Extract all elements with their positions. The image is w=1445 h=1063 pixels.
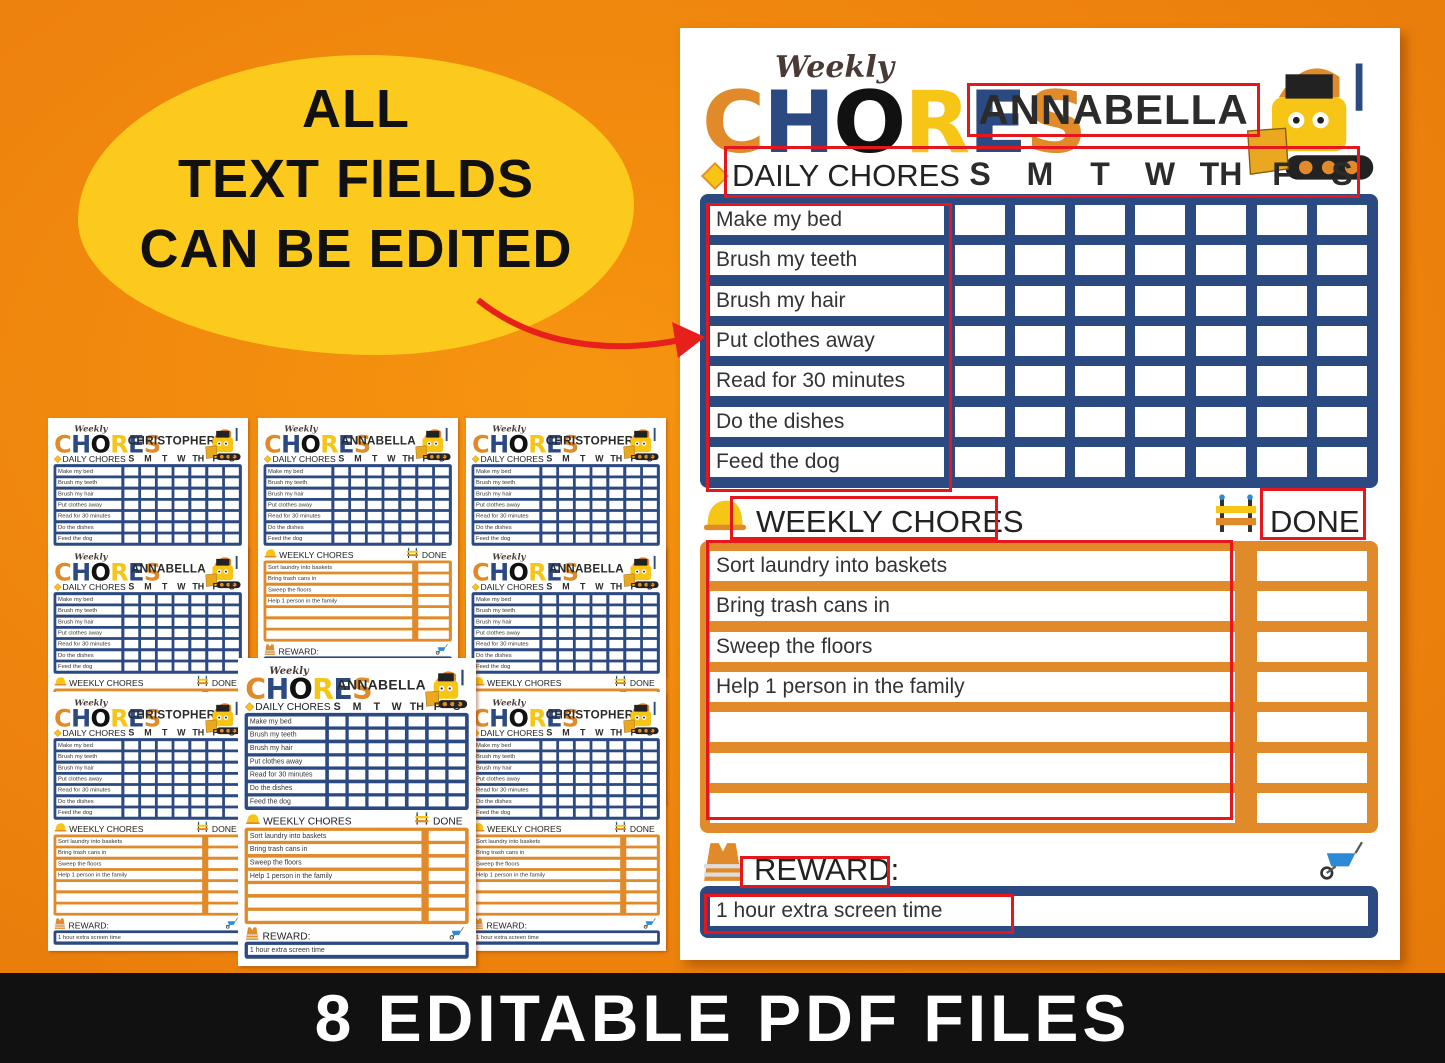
red-arrow-icon: [476, 297, 705, 358]
banner-text: 8 EDITABLE PDF FILES: [314, 981, 1131, 1055]
